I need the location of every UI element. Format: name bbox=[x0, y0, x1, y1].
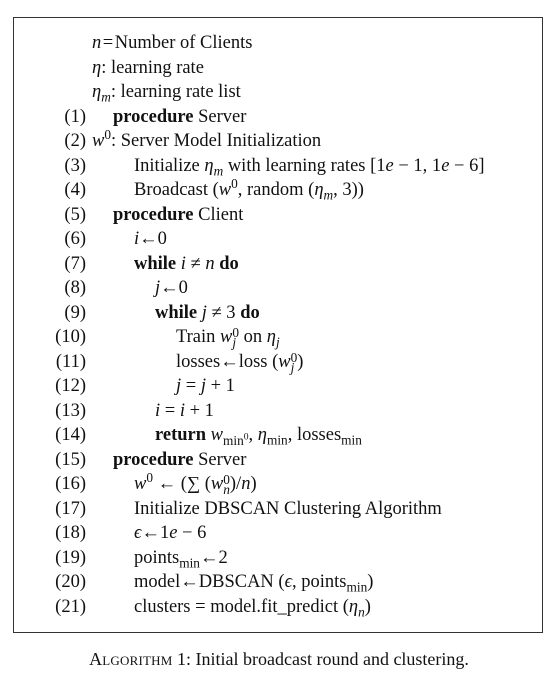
algorithm-box: n = Number of Clients η: learning rate η… bbox=[13, 17, 543, 633]
line-number: (21) bbox=[55, 597, 86, 617]
line-code: Train w0j on ηj bbox=[176, 324, 280, 350]
algorithm-caption: Algorithm 1: Initial broadcast round and… bbox=[0, 648, 558, 670]
line-number: (16) bbox=[55, 474, 86, 494]
header-clients-text: n = Number of Clients bbox=[92, 33, 253, 53]
line-code: i←0 bbox=[134, 229, 167, 249]
algo-line-14: (14) return wmin0, ηmin, lossesmin bbox=[14, 423, 542, 447]
line-number: (15) bbox=[55, 450, 86, 470]
line-number: (13) bbox=[55, 401, 86, 421]
line-code: procedure Server bbox=[113, 107, 247, 127]
line-number: (4) bbox=[64, 180, 86, 200]
algo-line-9: (9) while j ≠ 3 do bbox=[14, 301, 542, 325]
line-number: (2) bbox=[64, 131, 86, 151]
algo-line-17: (17) Initialize DBSCAN Clustering Algori… bbox=[14, 497, 542, 521]
algo-line-4: (4) Broadcast (w0, random (ηm, 3)) bbox=[14, 175, 542, 203]
line-number: (12) bbox=[55, 376, 86, 396]
algo-line-20: (20) model←DBSCAN (ϵ, pointsmin) bbox=[14, 570, 542, 594]
line-number: (19) bbox=[55, 548, 86, 568]
algo-line-6: (6) i←0 bbox=[14, 227, 542, 251]
algo-line-15: (15) procedure Server bbox=[14, 448, 542, 472]
line-number: (9) bbox=[64, 303, 86, 323]
line-code: i = i + 1 bbox=[155, 401, 214, 421]
algo-line-16: (16) w0 ← (∑ (w 0 n)/n) bbox=[14, 469, 542, 497]
algo-line-19: (19) pointsmin←2 bbox=[14, 546, 542, 570]
line-number: (1) bbox=[64, 107, 86, 127]
line-number: (3) bbox=[64, 156, 86, 176]
line-code: procedure Server bbox=[113, 450, 247, 470]
line-code: w0 ← (∑ (w 0 n)/n) bbox=[134, 469, 257, 497]
algo-line-10: (10) Train w0j on ηj bbox=[14, 325, 542, 349]
line-number: (20) bbox=[55, 572, 86, 592]
line-code: Broadcast (w0, random (ηm, 3)) bbox=[134, 175, 364, 203]
line-code: j←0 bbox=[155, 278, 188, 298]
line-code: while j ≠ 3 do bbox=[155, 303, 260, 323]
caption-number: 1: bbox=[176, 649, 191, 669]
line-code: losses←loss (w 0 j) bbox=[176, 349, 304, 375]
line-number: (5) bbox=[64, 205, 86, 225]
line-number: (8) bbox=[64, 278, 86, 298]
header-learning-rate-text: η: learning rate bbox=[92, 58, 204, 78]
algo-line-5: (5) procedure Client bbox=[14, 203, 542, 227]
line-code: w0: Server Model Initialization bbox=[92, 126, 322, 151]
caption-label: Algorithm bbox=[89, 649, 173, 669]
line-code: j = j + 1 bbox=[176, 376, 235, 396]
algo-line-7: (7) while i ≠ n do bbox=[14, 252, 542, 276]
caption-text: Initial broadcast round and clustering. bbox=[195, 649, 469, 669]
algo-line-8: (8) j←0 bbox=[14, 276, 542, 300]
line-code: ϵ←1e − 6 bbox=[134, 523, 207, 543]
line-code: while i ≠ n do bbox=[134, 254, 239, 274]
line-number: (6) bbox=[64, 229, 86, 249]
algo-line-1: (1) procedure Server bbox=[14, 105, 542, 129]
line-number: (10) bbox=[55, 327, 86, 347]
algo-line-11: (11) losses←loss (w 0 j) bbox=[14, 350, 542, 374]
algo-line-18: (18) ϵ←1e − 6 bbox=[14, 521, 542, 545]
header-learning-rate-list-text: ηm: learning rate list bbox=[92, 82, 241, 105]
line-number: (17) bbox=[55, 499, 86, 519]
line-code: Initialize DBSCAN Clustering Algorithm bbox=[134, 499, 442, 519]
algo-line-2: (2) w0: Server Model Initialization bbox=[14, 126, 542, 153]
line-code: procedure Client bbox=[113, 205, 244, 225]
line-code: pointsmin←2 bbox=[134, 548, 228, 571]
line-number: (11) bbox=[55, 352, 86, 372]
algo-line-21: (21) clusters = model.fit_predict (ηn) bbox=[14, 595, 542, 619]
line-code: model←DBSCAN (ϵ, pointsmin) bbox=[134, 572, 374, 595]
line-code: clusters = model.fit_predict (ηn) bbox=[134, 597, 371, 620]
line-number: (14) bbox=[55, 425, 86, 445]
header-learning-rate: η: learning rate bbox=[14, 56, 542, 80]
line-number: (7) bbox=[64, 254, 86, 274]
header-clients: n = Number of Clients bbox=[14, 31, 542, 55]
algo-line-3: (3) Initialize ηm with learning rates [1… bbox=[14, 154, 542, 178]
algo-line-13: (13) i = i + 1 bbox=[14, 399, 542, 423]
line-number: (18) bbox=[55, 523, 86, 543]
algo-line-12: (12) j = j + 1 bbox=[14, 374, 542, 398]
line-code: Initialize ηm with learning rates [1e − … bbox=[134, 156, 485, 179]
line-code: return wmin0, ηmin, lossesmin bbox=[155, 425, 362, 448]
header-learning-rate-list: ηm: learning rate list bbox=[14, 80, 542, 104]
